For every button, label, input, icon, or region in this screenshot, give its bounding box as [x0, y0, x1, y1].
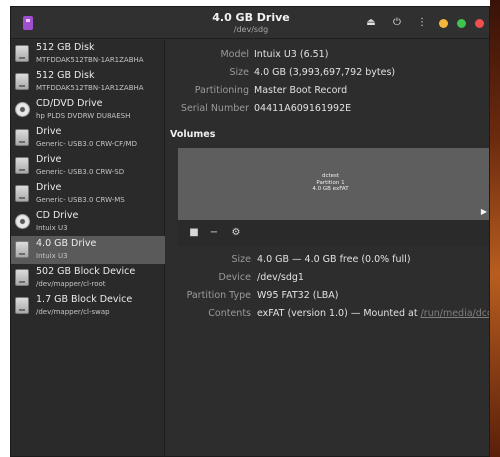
device-item[interactable]: Drive Generic- USB3.0 CRW-SD — [11, 152, 165, 180]
volumes-heading: Volumes — [170, 129, 216, 140]
device-item[interactable]: CD Drive Intuix U3 — [11, 208, 165, 236]
device-subtitle: /dev/mapper/cl-root — [36, 280, 106, 288]
device-subtitle: Generic- USB3.0 CRW-CF/MD — [36, 140, 137, 148]
header-bar: 4.0 GB Drive /dev/sdg ⏏ ⏻ ⋮ — [11, 7, 489, 39]
power-off-button[interactable]: ⏻ — [389, 15, 405, 31]
device-value: /dev/sdg1 — [257, 272, 304, 283]
device-item[interactable]: 4.0 GB Drive Intuix U3 — [11, 236, 165, 264]
device-item[interactable]: CD/DVD Drive hp PLDS DVDRW DU8AESH — [11, 96, 165, 124]
optical-drive-icon — [15, 102, 30, 117]
partition-label: dctest Partition 1 4.0 GB exFAT — [178, 173, 483, 193]
device-item[interactable]: 1.7 GB Block Device/dev/mapper/cl-swap — [11, 292, 165, 320]
device-name: Drive — [36, 126, 62, 137]
device-name: CD Drive — [36, 210, 79, 221]
device-label: Device — [218, 272, 252, 283]
volume-size-value: 4.0 GB — 4.0 GB free (0.0% full) — [257, 254, 411, 265]
device-list: 512 GB Disk MTFDDAK512TBN-1AR1ZABHA 512 GB… — [11, 40, 165, 456]
drive-details: Model Intuix U3 (6.51) Size 4.0 GB (3,99… — [166, 40, 489, 456]
disk-icon — [15, 73, 29, 90]
contents-value: exFAT (version 1.0) — Mounted at /run/me… — [257, 308, 489, 319]
close-button[interactable] — [475, 19, 484, 28]
unmount-stop-icon[interactable]: ■ — [186, 225, 202, 241]
size-value: 4.0 GB (3,993,697,792 bytes) — [254, 67, 396, 78]
device-name: 4.0 GB Drive — [36, 238, 97, 249]
device-item[interactable]: Drive Generic- USB3.0 CRW-MS — [11, 180, 165, 208]
device-subtitle: Generic- USB3.0 CRW-SD — [36, 168, 125, 176]
minimize-button[interactable] — [439, 19, 448, 28]
delete-partition-icon[interactable]: − — [206, 225, 222, 241]
device-item[interactable]: 502 GB Block Device/dev/mapper/cl-root — [11, 264, 165, 292]
play-arrow-icon: ▶ — [480, 207, 487, 216]
device-name: 502 GB Block Device — [36, 266, 136, 277]
partition-type-label: Partition Type — [186, 290, 251, 301]
device-name: 1.7 GB Block Device — [36, 294, 133, 305]
contents-label: Contents — [208, 308, 251, 319]
partition-type-value: W95 FAT32 (LBA) — [257, 290, 339, 301]
eject-button[interactable]: ⏏ — [363, 15, 379, 31]
partitioning-value: Master Boot Record — [254, 85, 348, 96]
serial-label: Serial Number — [180, 103, 249, 114]
gears-icon[interactable]: ⚙ — [228, 225, 244, 241]
model-label: Model — [220, 49, 249, 60]
device-name: Drive — [36, 154, 62, 165]
contents-text: exFAT (version 1.0) — Mounted at — [257, 308, 421, 319]
size-label: Size — [229, 67, 249, 78]
disk-icon — [15, 241, 29, 258]
device-name: CD/DVD Drive — [36, 98, 103, 109]
device-subtitle: Intuix U3 — [36, 224, 68, 232]
serial-value: 04411A609161992E — [254, 103, 352, 114]
disk-icon — [15, 269, 29, 286]
device-name: Drive — [36, 182, 62, 193]
device-subtitle: MTFDDAK512TBN-1AR1ZABHA — [36, 56, 144, 64]
device-item[interactable]: 512 GB Disk MTFDDAK512TBN-1AR1ZABHA — [11, 40, 165, 68]
disk-icon — [15, 185, 29, 202]
disk-icon — [15, 45, 29, 62]
device-subtitle: /dev/mapper/cl-swap — [36, 308, 110, 316]
disk-icon — [15, 157, 29, 174]
device-name: 512 GB Disk — [36, 42, 95, 53]
cd-icon — [15, 214, 30, 229]
disks-window: 4.0 GB Drive /dev/sdg ⏏ ⏻ ⋮ 512 GB Disk M… — [10, 6, 490, 457]
partitioning-label: Partitioning — [194, 85, 249, 96]
drive-menu-button[interactable]: ⋮ — [414, 15, 430, 31]
device-subtitle: Generic- USB3.0 CRW-MS — [36, 196, 125, 204]
device-item[interactable]: Drive Generic- USB3.0 CRW-CF/MD — [11, 124, 165, 152]
partition-desc: 4.0 GB exFAT — [312, 186, 349, 192]
model-value: Intuix U3 (6.51) — [254, 49, 329, 60]
volume-size-label: Size — [231, 254, 251, 265]
disk-icon — [15, 129, 29, 146]
volume-toolbar: ■ − ⚙ — [178, 220, 489, 246]
device-name: 512 GB Disk — [36, 70, 95, 81]
device-subtitle: Intuix U3 — [36, 252, 68, 260]
device-subtitle: hp PLDS DVDRW DU8AESH — [36, 112, 131, 120]
partition-block[interactable]: dctest Partition 1 4.0 GB exFAT ▶ — [178, 148, 489, 220]
device-item[interactable]: 512 GB Disk MTFDDAK512TBN-1AR1ZABHA — [11, 68, 165, 96]
maximize-button[interactable] — [457, 19, 466, 28]
device-subtitle: MTFDDAK512TBN-1AR1ZABHA — [36, 84, 144, 92]
disk-icon — [15, 297, 29, 314]
mount-point-link[interactable]: /run/media/dconi... — [421, 308, 489, 319]
desktop-background — [490, 0, 500, 457]
